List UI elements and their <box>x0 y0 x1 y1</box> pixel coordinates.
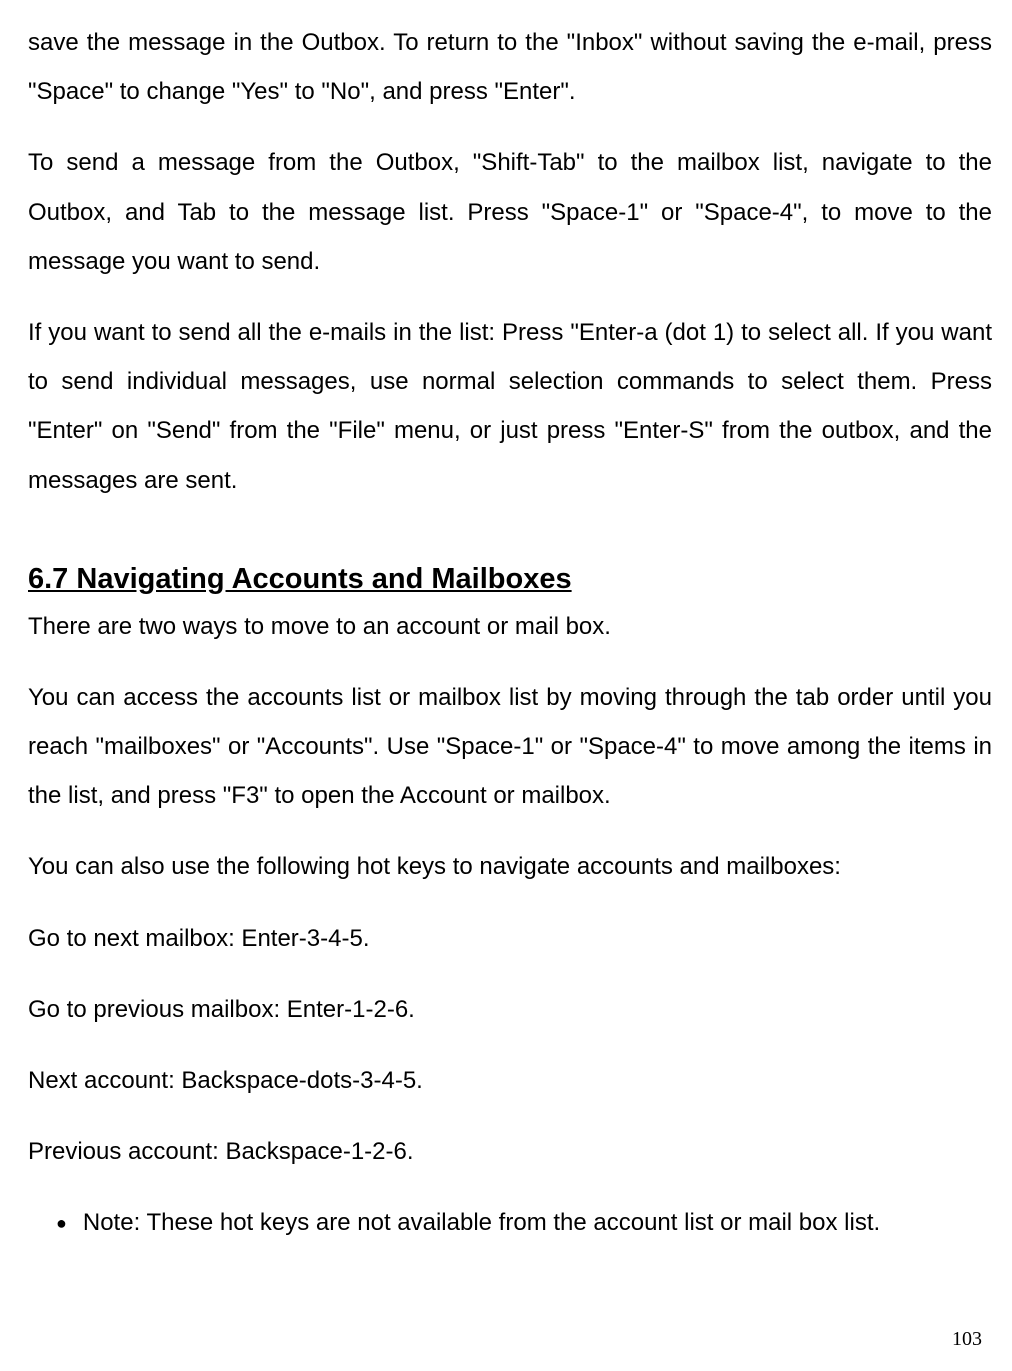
body-paragraph: Previous account: Backspace-1-2-6. <box>28 1127 992 1176</box>
body-paragraph: There are two ways to move to an account… <box>28 602 992 651</box>
section-heading: 6.7 Navigating Accounts and Mailboxes <box>28 563 992 596</box>
bullet-icon: ● <box>56 1205 67 1242</box>
note-bullet-row: ● Note: These hot keys are not available… <box>56 1198 992 1247</box>
page-number: 103 <box>952 1328 982 1351</box>
body-paragraph: You can access the accounts list or mail… <box>28 673 992 821</box>
body-paragraph: save the message in the Outbox. To retur… <box>28 18 992 116</box>
body-paragraph: Next account: Backspace-dots-3-4-5. <box>28 1056 992 1105</box>
body-paragraph: If you want to send all the e-mails in t… <box>28 308 992 505</box>
note-text: Note: These hot keys are not available f… <box>83 1198 880 1247</box>
body-paragraph: To send a message from the Outbox, "Shif… <box>28 138 992 286</box>
body-paragraph: You can also use the following hot keys … <box>28 842 992 891</box>
body-paragraph: Go to next mailbox: Enter-3-4-5. <box>28 914 992 963</box>
body-paragraph: Go to previous mailbox: Enter-1-2-6. <box>28 985 992 1034</box>
